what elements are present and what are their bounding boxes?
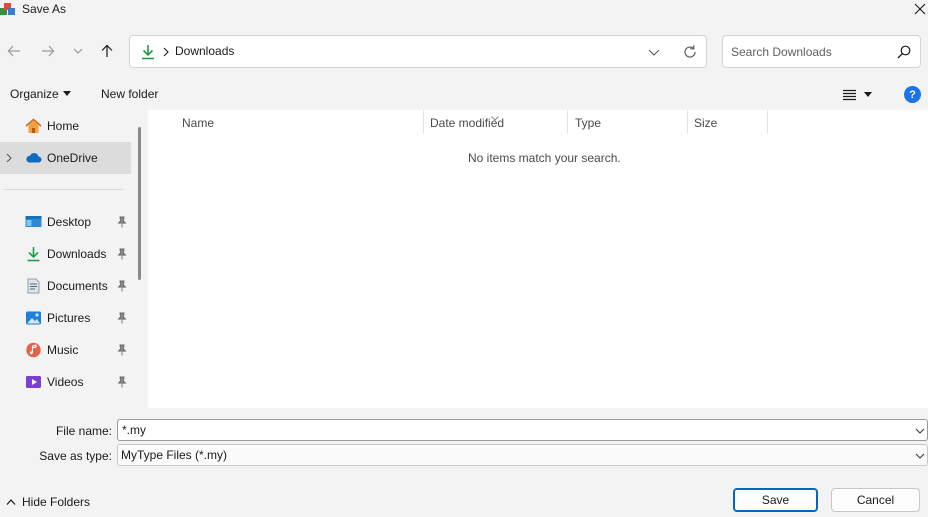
- app-icon: [0, 1, 16, 17]
- column-header-date-modified[interactable]: Date modified: [430, 116, 504, 130]
- pin-icon: [116, 376, 128, 388]
- sidebar-item-desktop[interactable]: Desktop: [0, 206, 131, 238]
- sidebar-item-label: Music: [47, 343, 79, 357]
- sidebar-item-label: Pictures: [47, 311, 91, 325]
- desktop-icon: [25, 214, 42, 230]
- pin-icon: [116, 248, 128, 260]
- list-view-icon: [843, 89, 856, 101]
- window-title: Save As: [22, 2, 67, 16]
- command-bar: Organize New folder: [0, 78, 928, 110]
- home-icon: [25, 118, 42, 134]
- help-button[interactable]: ?: [904, 86, 921, 103]
- sort-indicator-icon: [491, 110, 499, 121]
- column-divider: [567, 110, 568, 134]
- file-name-input[interactable]: [122, 422, 902, 438]
- music-icon: [25, 342, 42, 358]
- save-type-label: Save as type:: [39, 449, 112, 463]
- back-button[interactable]: [3, 38, 25, 64]
- organize-label: Organize: [10, 87, 59, 101]
- sidebar-item-label: Desktop: [47, 215, 92, 229]
- chevron-down-icon: [648, 49, 660, 56]
- save-type-select[interactable]: MyType Files (*.my): [117, 444, 928, 466]
- column-header-size[interactable]: Size: [694, 116, 717, 130]
- sidebar-item-label: Videos: [47, 375, 84, 389]
- column-header-name[interactable]: Name: [182, 116, 214, 130]
- navigation-pane: Home OneDrive Desktop Downloads Document…: [0, 110, 148, 408]
- sidebar-item-label: OneDrive: [47, 151, 98, 165]
- download-icon: [140, 44, 156, 60]
- chevron-up-icon: [6, 499, 16, 505]
- cancel-button[interactable]: Cancel: [831, 488, 920, 512]
- picture-icon: [25, 310, 42, 326]
- download-icon: [25, 246, 42, 262]
- sidebar-item-videos[interactable]: Videos: [0, 366, 131, 398]
- close-button[interactable]: [912, 0, 928, 18]
- sidebar-item-label: Home: [47, 119, 80, 133]
- recent-locations-button[interactable]: [67, 38, 89, 64]
- search-box[interactable]: [722, 35, 921, 68]
- hide-folders-label: Hide Folders: [22, 495, 91, 509]
- pin-icon: [116, 312, 128, 324]
- sidebar-item-label: Documents: [47, 279, 108, 293]
- cloud-icon: [25, 150, 42, 166]
- sidebar-item-onedrive[interactable]: OneDrive: [0, 142, 131, 174]
- caret-down-icon: [864, 92, 872, 97]
- column-divider: [767, 110, 768, 134]
- close-icon: [914, 3, 926, 15]
- sidebar-divider: [4, 189, 123, 190]
- column-divider: [423, 110, 424, 134]
- navigation-scrollbar[interactable]: [138, 127, 141, 280]
- change-view-button[interactable]: [843, 85, 881, 105]
- sidebar-item-pictures[interactable]: Pictures: [0, 302, 131, 334]
- hide-folders-button[interactable]: Hide Folders: [6, 495, 90, 509]
- new-folder-button[interactable]: New folder: [101, 87, 158, 101]
- chevron-down-icon: [73, 48, 83, 54]
- video-icon: [25, 374, 42, 390]
- arrow-left-icon: [7, 45, 20, 57]
- sidebar-item-documents[interactable]: Documents: [0, 270, 131, 302]
- save-button[interactable]: Save: [733, 488, 818, 512]
- document-icon: [25, 278, 42, 294]
- chevron-right-icon[interactable]: [5, 152, 13, 164]
- sidebar-item-music[interactable]: Music: [0, 334, 131, 366]
- address-dropdown-button[interactable]: [646, 44, 662, 60]
- sidebar-item-home[interactable]: Home: [0, 110, 131, 142]
- up-button[interactable]: [96, 38, 118, 64]
- pin-icon: [116, 280, 128, 292]
- empty-state-message: No items match your search.: [468, 151, 621, 165]
- pin-icon: [116, 216, 128, 228]
- address-bar[interactable]: Downloads: [129, 35, 707, 68]
- search-icon[interactable]: [896, 44, 912, 60]
- arrow-up-icon: [101, 44, 113, 57]
- chevron-down-icon[interactable]: [915, 425, 925, 435]
- search-input[interactable]: [731, 43, 891, 61]
- column-header-type[interactable]: Type: [575, 116, 601, 130]
- file-name-label: File name:: [55, 424, 112, 438]
- breadcrumb-separator-icon: [162, 44, 170, 60]
- breadcrumb-downloads[interactable]: Downloads: [175, 44, 234, 58]
- organize-button[interactable]: Organize: [10, 87, 71, 101]
- arrow-right-icon: [42, 45, 55, 57]
- file-name-combobox[interactable]: [117, 419, 928, 441]
- refresh-button[interactable]: [681, 43, 699, 61]
- pin-icon: [116, 344, 128, 356]
- forward-button[interactable]: [37, 38, 59, 64]
- file-list[interactable]: Name Date modified Type Size No items ma…: [148, 110, 928, 408]
- caret-down-icon: [62, 91, 71, 96]
- sidebar-item-downloads[interactable]: Downloads: [0, 238, 131, 270]
- chevron-down-icon: [915, 450, 925, 460]
- column-divider: [687, 110, 688, 134]
- sidebar-item-label: Downloads: [47, 247, 107, 261]
- refresh-icon: [684, 45, 696, 58]
- title-bar: Save As: [0, 0, 928, 24]
- save-type-value: MyType Files (*.my): [121, 448, 228, 462]
